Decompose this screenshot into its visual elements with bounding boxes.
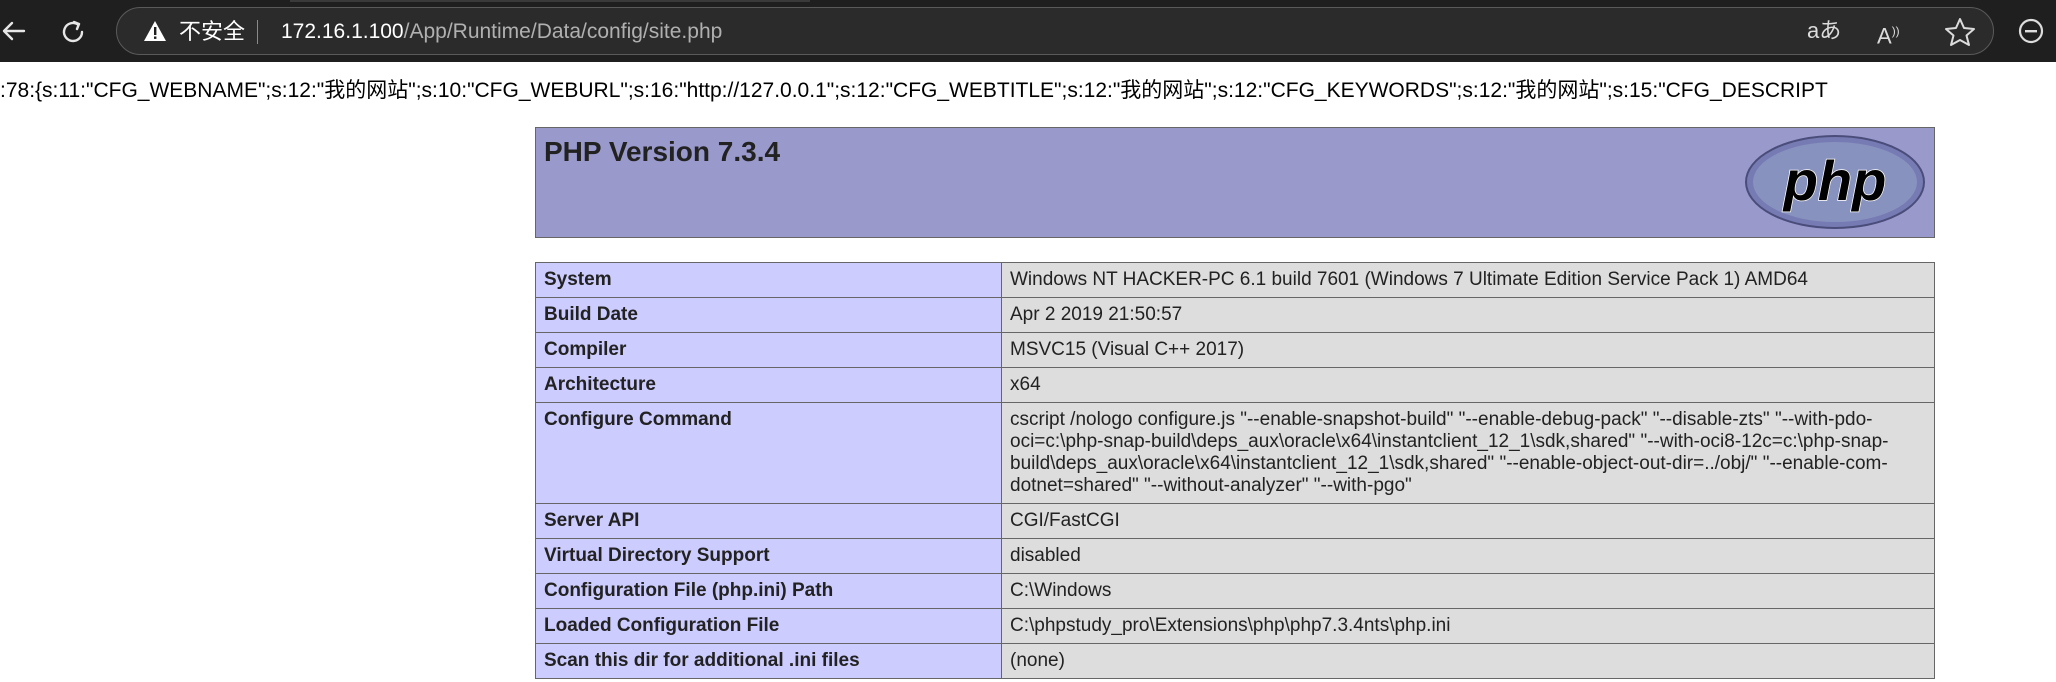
row-value: cscript /nologo configure.js "--enable-s… (1001, 402, 1935, 504)
table-row: Compiler MSVC15 (Visual C++ 2017) (535, 332, 1935, 368)
row-value: Windows NT HACKER-PC 6.1 build 7601 (Win… (1001, 262, 1935, 298)
address-separator (257, 20, 258, 44)
row-value: disabled (1001, 538, 1935, 574)
row-key: Scan this dir for additional .ini files (535, 643, 1002, 679)
back-arrow-icon[interactable] (0, 16, 26, 46)
url-path: /App/Runtime/Data/config/site.php (403, 20, 723, 43)
row-key: Configuration File (php.ini) Path (535, 573, 1002, 609)
minus-circle-icon[interactable] (2016, 16, 2046, 46)
serialized-config-text: :78:{s:11:"CFG_WEBNAME";s:12:"我的网站";s:10… (0, 79, 1828, 102)
row-value: C:\phpstudy_pro\Extensions\php\php7.3.4n… (1001, 608, 1935, 644)
table-row: Virtual Directory Support disabled (535, 538, 1935, 574)
row-key: Loaded Configuration File (535, 608, 1002, 644)
phpinfo-panel: PHP Version 7.3.4 php System Windows NT H… (535, 127, 1935, 679)
row-value: (none) (1001, 643, 1935, 679)
read-aloud-icon[interactable]: A)) (1877, 16, 1917, 48)
browser-toolbar: 不安全 172.16.1.100/App/Runtime/Data/config… (0, 0, 2056, 62)
row-key: Build Date (535, 297, 1002, 333)
row-key: Server API (535, 503, 1002, 539)
row-value: C:\Windows (1001, 573, 1935, 609)
php-version-title: PHP Version 7.3.4 (544, 136, 781, 167)
row-key: Compiler (535, 332, 1002, 368)
php-logo-icon: php (1744, 134, 1926, 230)
row-key: Architecture (535, 367, 1002, 403)
php-info-table: System Windows NT HACKER-PC 6.1 build 760… (535, 262, 1935, 679)
tab-strip-edge (290, 0, 810, 2)
table-row: Build Date Apr 2 2019 21:50:57 (535, 297, 1935, 333)
row-value: CGI/FastCGI (1001, 503, 1935, 539)
refresh-icon[interactable] (56, 15, 90, 49)
row-value: x64 (1001, 367, 1935, 403)
address-bar[interactable]: 不安全 172.16.1.100/App/Runtime/Data/config… (116, 7, 1994, 55)
row-key: Configure Command (535, 402, 1002, 504)
row-key: Virtual Directory Support (535, 538, 1002, 574)
row-value: MSVC15 (Visual C++ 2017) (1001, 332, 1935, 368)
svg-text:php: php (1782, 149, 1887, 212)
php-version-header: PHP Version 7.3.4 php (535, 127, 1935, 238)
translate-icon[interactable]: aあ (1807, 16, 1847, 46)
table-row: Scan this dir for additional .ini files(… (535, 643, 1935, 679)
table-row: Configuration File (php.ini) Path C:\Wind… (535, 573, 1935, 609)
table-row: System Windows NT HACKER-PC 6.1 build 760… (535, 262, 1935, 298)
table-row: Server API CGI/FastCGI (535, 503, 1935, 539)
row-key: System (535, 262, 1002, 298)
favorite-star-icon[interactable] (1943, 16, 1977, 48)
row-value: Apr 2 2019 21:50:57 (1001, 297, 1935, 333)
security-label[interactable]: 不安全 (179, 18, 245, 46)
table-row: Configure Command cscript /nologo configu… (535, 402, 1935, 504)
table-row: Architecture x64 (535, 367, 1935, 403)
table-row: Loaded Configuration File C:\phpstudy_pro… (535, 608, 1935, 644)
warning-icon[interactable] (143, 20, 167, 42)
url-host: 172.16.1.100 (281, 20, 404, 43)
url-text[interactable]: 172.16.1.100/App/Runtime/Data/config/sit… (281, 18, 722, 46)
